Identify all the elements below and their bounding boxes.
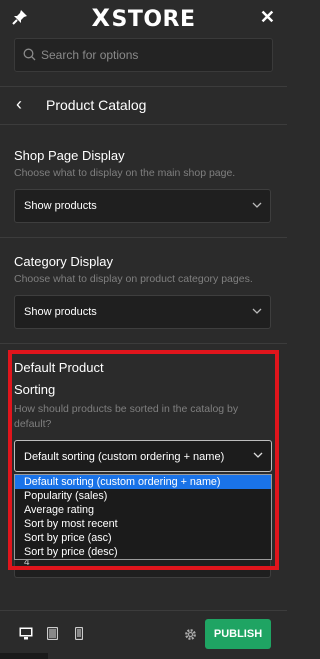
bottom-strip (0, 653, 48, 659)
chevron-down-icon (252, 202, 262, 208)
shop-page-display-select[interactable]: Show products (14, 189, 271, 223)
select-value: Show products (24, 306, 97, 318)
desktop-icon[interactable] (19, 627, 33, 645)
search-input[interactable] (41, 45, 266, 65)
shop-page-display-description: Choose what to display on the main shop … (14, 167, 236, 179)
brand-logo: XSTORE (91, 4, 196, 32)
section-header: ‹ Product Catalog (0, 86, 287, 124)
search-icon (23, 48, 36, 61)
divider (0, 343, 287, 344)
close-icon[interactable]: ✕ (260, 7, 275, 28)
shop-page-display-title: Shop Page Display (14, 148, 125, 163)
select-value: Show products (24, 200, 97, 212)
mobile-icon[interactable] (74, 626, 84, 645)
gear-icon[interactable] (184, 628, 197, 646)
divider (0, 237, 287, 238)
highlight-box (8, 350, 279, 570)
divider (0, 124, 287, 125)
top-bar: XSTORE ✕ (0, 0, 287, 34)
chevron-down-icon (252, 308, 262, 314)
category-display-select[interactable]: Show products (14, 295, 271, 329)
bottom-bar: PUBLISH (0, 610, 287, 659)
category-display-description: Choose what to display on product catego… (14, 273, 253, 285)
tablet-icon[interactable] (46, 626, 59, 645)
publish-button[interactable]: PUBLISH (205, 619, 271, 649)
category-display-title: Category Display (14, 254, 113, 269)
page-title: Product Catalog (46, 97, 147, 113)
search-box (14, 38, 273, 72)
back-chevron-icon[interactable]: ‹ (16, 94, 22, 115)
